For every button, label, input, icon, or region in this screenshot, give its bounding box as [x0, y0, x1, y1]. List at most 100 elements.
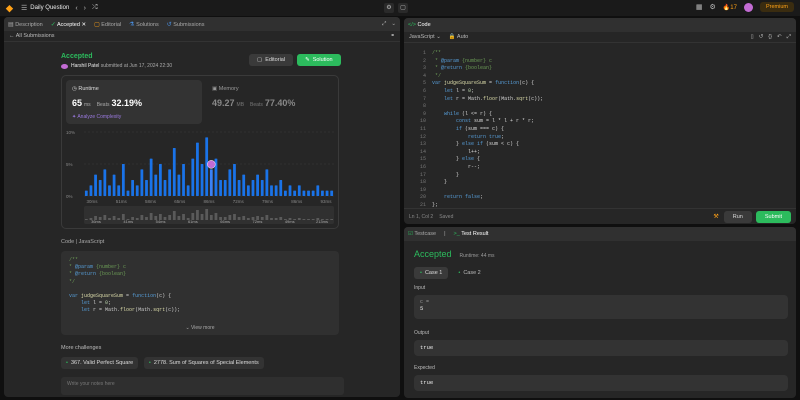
settings-icon[interactable]: ⚙	[710, 3, 716, 11]
editorial-button[interactable]: ▢ Editorial	[249, 54, 294, 66]
analyze-complexity[interactable]: ✦ Analyze Complexity	[72, 114, 121, 120]
chart-bar[interactable]	[242, 174, 246, 196]
chart-bar[interactable]	[279, 180, 283, 196]
chart-bar[interactable]	[219, 180, 222, 196]
solution-button[interactable]: ✎ Solution	[297, 54, 341, 66]
notes-input[interactable]: Write your notes here	[61, 377, 344, 395]
chart-bar[interactable]	[297, 185, 301, 196]
shuffle-icon[interactable]: ⤮	[92, 4, 98, 12]
chart-bar[interactable]	[270, 185, 273, 196]
chart-bar[interactable]	[159, 164, 162, 196]
chart-bar[interactable]	[311, 190, 315, 196]
chart-bar[interactable]	[265, 169, 269, 196]
case-2-tab[interactable]: • Case 2	[452, 267, 486, 279]
chart-bar[interactable]	[163, 180, 167, 196]
tab-solutions[interactable]: ⚗ Solutions	[129, 21, 159, 28]
code-editor[interactable]: 1 2 3 4 5 6 7 8 9 10 11 12 13 14 15 16 17 18 19 20 21 /** * …	[404, 46, 796, 208]
bookmark-icon[interactable]: ▯	[751, 34, 754, 41]
case-1-tab[interactable]: • Case 1	[414, 267, 449, 279]
chart-bar[interactable]	[228, 169, 232, 196]
problem-list-icon[interactable]: ☰	[21, 4, 27, 12]
chart-bar[interactable]	[84, 190, 88, 196]
maximize-icon[interactable]: ⤢	[382, 21, 386, 28]
chart-bar[interactable]	[89, 185, 93, 196]
chart-bar[interactable]	[260, 180, 264, 196]
chart-bar[interactable]	[233, 164, 236, 196]
tab-editorial[interactable]: ▢ Editorial	[94, 21, 121, 28]
chart-bar[interactable]	[316, 185, 320, 196]
undo-icon[interactable]: ↶	[777, 34, 782, 41]
chart-bar[interactable]	[200, 164, 204, 196]
chart-bar[interactable]	[149, 158, 153, 196]
chart-bar[interactable]	[94, 174, 97, 196]
leetcode-logo-icon[interactable]: ◆	[6, 3, 15, 13]
chart-bar[interactable]	[246, 185, 250, 196]
close-tab-icon[interactable]: ✕	[81, 22, 86, 28]
chart-bar[interactable]	[154, 174, 158, 196]
tab-accepted[interactable]: ✓ Accepted ✕	[51, 21, 86, 28]
layout-icon[interactable]: ▦	[696, 3, 703, 11]
chart-bar[interactable]	[288, 185, 292, 196]
chart-bar[interactable]	[209, 169, 213, 196]
chart-bar[interactable]	[293, 190, 297, 196]
braces-icon[interactable]: {}	[768, 34, 772, 41]
tab-testcase[interactable]: ☑ Testcase	[408, 231, 436, 237]
chart-bar[interactable]	[140, 169, 144, 196]
tab-test-result[interactable]: >_ Test Result	[454, 231, 489, 237]
tab-submissions[interactable]: ↺ Submissions	[167, 21, 205, 28]
chart-bar[interactable]	[126, 190, 130, 196]
chart-bar[interactable]	[168, 169, 172, 196]
chart-bar[interactable]	[131, 180, 134, 196]
chart-bar[interactable]	[205, 137, 209, 196]
link-icon[interactable]: ⚭	[390, 33, 395, 39]
chart-bar[interactable]	[256, 174, 259, 196]
auto-toggle[interactable]: 🔒 Auto	[449, 34, 468, 40]
overview-strip[interactable]	[84, 206, 334, 224]
chart-bar[interactable]	[196, 142, 199, 196]
chart-bar[interactable]	[145, 180, 148, 196]
chart-bar[interactable]	[117, 185, 121, 196]
chart-bar[interactable]	[330, 190, 334, 196]
chart-bar[interactable]	[307, 190, 310, 196]
chart-bar[interactable]	[182, 164, 185, 196]
reset-icon[interactable]: ↺	[759, 34, 764, 41]
debug-icon[interactable]: ⚙	[384, 3, 394, 13]
chart-bar[interactable]	[325, 190, 329, 196]
submit-button[interactable]: Submit	[755, 210, 791, 223]
chart-bar[interactable]	[302, 190, 306, 196]
chart-bar[interactable]	[135, 185, 139, 196]
streak[interactable]: 🔥17	[723, 4, 737, 11]
chart-bar[interactable]	[172, 148, 176, 196]
chart-bar[interactable]	[284, 190, 287, 196]
chart-bar[interactable]	[251, 180, 255, 196]
chart-bar[interactable]	[321, 190, 324, 196]
chart-bar[interactable]	[191, 158, 195, 196]
language-select[interactable]: JavaScript ⌄	[409, 34, 441, 40]
run-button[interactable]: Run	[723, 210, 752, 223]
chart-bar[interactable]	[112, 174, 116, 196]
my-submission-marker[interactable]	[207, 160, 216, 169]
tab-description[interactable]: ▤ Description	[8, 21, 43, 28]
tool-icon[interactable]: ⚒	[713, 213, 718, 220]
prev-icon[interactable]: ‹	[75, 5, 77, 12]
chart-bar[interactable]	[98, 180, 102, 196]
chart-bar[interactable]	[121, 164, 125, 196]
chart-bar[interactable]	[108, 185, 111, 196]
challenge-chip[interactable]: • 2778. Sum of Squares of Special Element…	[143, 357, 264, 369]
challenge-chip[interactable]: • 367. Valid Perfect Square	[61, 357, 139, 369]
chart-bar[interactable]	[103, 169, 107, 196]
premium-button[interactable]: Premium	[759, 2, 794, 12]
runtime-distribution-chart[interactable]: 10% 5% 0% 30ms 51ms 58ms 65ms 86ms 72ms 79ms 86ms 9…	[62, 126, 340, 230]
runtime-card[interactable]: ◷ Runtime 65 ms Beats 32.19% ✦ Analyze C…	[66, 80, 202, 124]
daily-question-title[interactable]: Daily Question	[30, 5, 69, 11]
chart-bar[interactable]	[223, 180, 227, 196]
fullscreen-icon[interactable]: ⤢	[787, 34, 791, 41]
chart-bar[interactable]	[237, 180, 241, 196]
next-icon[interactable]: ›	[84, 5, 86, 12]
username[interactable]: Harshil Patel	[71, 63, 99, 69]
memory-card[interactable]: ▣ Memory 49.27 MB Beats 77.40%	[208, 80, 334, 124]
view-more-button[interactable]: ⌄ View more	[61, 325, 339, 332]
more-icon[interactable]: ⌄	[391, 21, 396, 28]
chart-bar[interactable]	[274, 185, 278, 196]
tab-code[interactable]: </> Code	[408, 22, 431, 28]
